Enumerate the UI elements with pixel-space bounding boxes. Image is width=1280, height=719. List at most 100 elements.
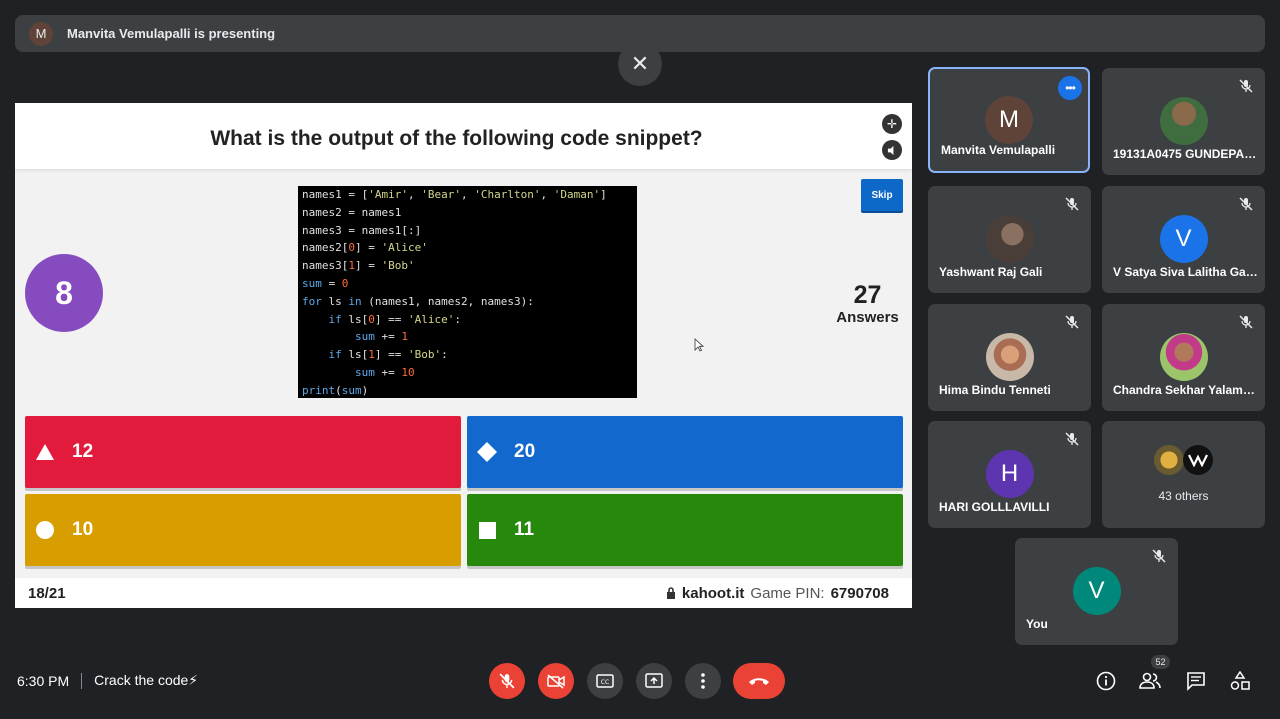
site-name: kahoot.it (681, 584, 745, 602)
participant-name: Yashwant Raj Gali (939, 265, 1043, 279)
participant-tile[interactable]: Chandra Sekhar Yalamanchili (1102, 304, 1265, 411)
mic-off-icon (1237, 77, 1255, 95)
square-icon (476, 521, 498, 539)
avatar (1183, 445, 1213, 475)
participants-button[interactable] (1139, 670, 1161, 692)
lock-icon (666, 587, 675, 599)
avatar: V (1159, 215, 1208, 263)
question-header: What is the output of the following code… (15, 103, 912, 169)
activities-icon (1230, 671, 1250, 690)
more-vert-icon (701, 673, 705, 689)
avatar (985, 215, 1034, 263)
sound-button[interactable] (882, 140, 902, 160)
answer-option-square[interactable]: 11 (467, 494, 903, 566)
mic-off-icon (1237, 195, 1255, 213)
participant-tile[interactable]: M ••• Manvita Vemulapalli (928, 67, 1090, 173)
pin-label: Game PIN: (750, 584, 825, 602)
fullscreen-button[interactable]: ✛ (882, 114, 902, 134)
participant-tile[interactable]: Yashwant Raj Gali (928, 186, 1091, 293)
participant-tile[interactable]: H HARI GOLLLAVILLI (928, 421, 1091, 528)
circle-icon (34, 520, 56, 540)
answer-option-circle[interactable]: 10 (25, 494, 461, 566)
code-snippet: names1 = ['Amir', 'Bear', 'Charlton', 'D… (302, 188, 607, 397)
question-timer: 8 (25, 254, 103, 332)
close-presentation-button[interactable]: ✕ (618, 42, 662, 86)
more-options-icon[interactable]: ••• (1058, 76, 1082, 100)
answer-label: 10 (72, 519, 94, 540)
close-icon: ✕ (630, 51, 650, 76)
mic-off-icon (1150, 547, 1168, 565)
mic-off-icon (1063, 195, 1081, 213)
mic-toggle-button[interactable] (489, 663, 525, 699)
participant-name: Manvita Vemulapalli (941, 143, 1056, 157)
leave-call-button[interactable] (733, 663, 785, 699)
chat-button[interactable] (1185, 670, 1207, 692)
clock: 6:30 PM (17, 672, 70, 689)
avatar (1159, 333, 1208, 381)
answers-label: Answers (836, 309, 899, 326)
info-icon (1096, 671, 1116, 691)
participant-name: HARI GOLLLAVILLI (939, 500, 1050, 514)
answer-option-diamond[interactable]: 20 (467, 416, 903, 488)
self-tile[interactable]: V You (1015, 538, 1178, 645)
captions-button[interactable]: CC (587, 663, 623, 699)
meeting-name: Crack the code⚡ (94, 672, 199, 688)
avatar (985, 333, 1034, 381)
participants-count-badge: 52 (1151, 655, 1170, 669)
skip-button[interactable]: Skip (861, 179, 903, 211)
presentation-screen: What is the output of the following code… (15, 103, 912, 608)
others-tile[interactable]: 43 others (1102, 421, 1265, 528)
closed-captions-icon: CC (596, 674, 614, 688)
mic-off-icon (1063, 313, 1081, 331)
participant-name: 19131A0475 GUNDEPALLI (1113, 147, 1258, 161)
chat-icon (1187, 672, 1205, 691)
game-pin-info: kahoot.it Game PIN: 6790708 (666, 585, 889, 602)
avatar: H (985, 450, 1034, 498)
question-title: What is the output of the following code… (210, 127, 703, 150)
activities-button[interactable] (1229, 670, 1251, 692)
avatar (1154, 445, 1184, 475)
mouse-cursor-icon (694, 338, 704, 352)
avatar: M (985, 96, 1033, 144)
present-screen-icon (645, 673, 663, 688)
answer-option-triangle[interactable]: 12 (25, 416, 461, 488)
participant-tile[interactable]: 19131A0475 GUNDEPALLI (1102, 68, 1265, 175)
question-progress: 18/21 (28, 584, 66, 602)
expand-icon: ✛ (886, 117, 898, 131)
svg-text:CC: CC (601, 679, 609, 686)
participant-tile[interactable]: V V Satya Siva Lalitha Gayatri (1102, 186, 1265, 293)
more-options-button[interactable] (685, 663, 721, 699)
divider (81, 672, 83, 689)
code-snippet-image: names1 = ['Amir', 'Bear', 'Charlton', 'D… (298, 186, 637, 398)
presenter-avatar: M (29, 21, 53, 46)
participant-name: You (1026, 617, 1048, 631)
speaker-icon (887, 145, 893, 155)
game-pin: 6790708 (830, 584, 889, 602)
meeting-info-button[interactable] (1095, 670, 1117, 692)
camera-toggle-button[interactable] (538, 663, 574, 699)
participant-name: V Satya Siva Lalitha Gayatri (1113, 265, 1258, 279)
mic-off-icon (1063, 430, 1081, 448)
triangle-icon (34, 443, 56, 461)
kahoot-footer: 18/21 kahoot.it Game PIN: 6790708 (15, 578, 912, 608)
others-count: 43 others (1158, 489, 1209, 503)
present-now-button[interactable] (636, 663, 672, 699)
presenting-text: Manvita Vemulapalli is presenting (67, 26, 276, 41)
answer-count: 27 (853, 281, 882, 309)
diamond-icon (476, 441, 498, 463)
answer-label: 12 (72, 441, 94, 462)
meeting-details: 6:30 PM Crack the code⚡ (17, 672, 198, 689)
camera-off-icon (547, 674, 565, 689)
answer-label: 20 (514, 441, 536, 462)
end-call-icon (749, 678, 769, 685)
answer-counter: 27 Answers (825, 281, 910, 326)
mic-off-icon (499, 673, 515, 689)
answer-label: 11 (514, 519, 535, 540)
participant-tile[interactable]: Hima Bindu Tenneti (928, 304, 1091, 411)
avatar: V (1072, 567, 1121, 615)
avatar (1159, 97, 1208, 145)
mic-off-icon (1237, 313, 1255, 331)
participant-name: Hima Bindu Tenneti (939, 383, 1051, 397)
people-icon (1139, 672, 1161, 689)
participant-name: Chandra Sekhar Yalamanchili (1113, 383, 1258, 397)
